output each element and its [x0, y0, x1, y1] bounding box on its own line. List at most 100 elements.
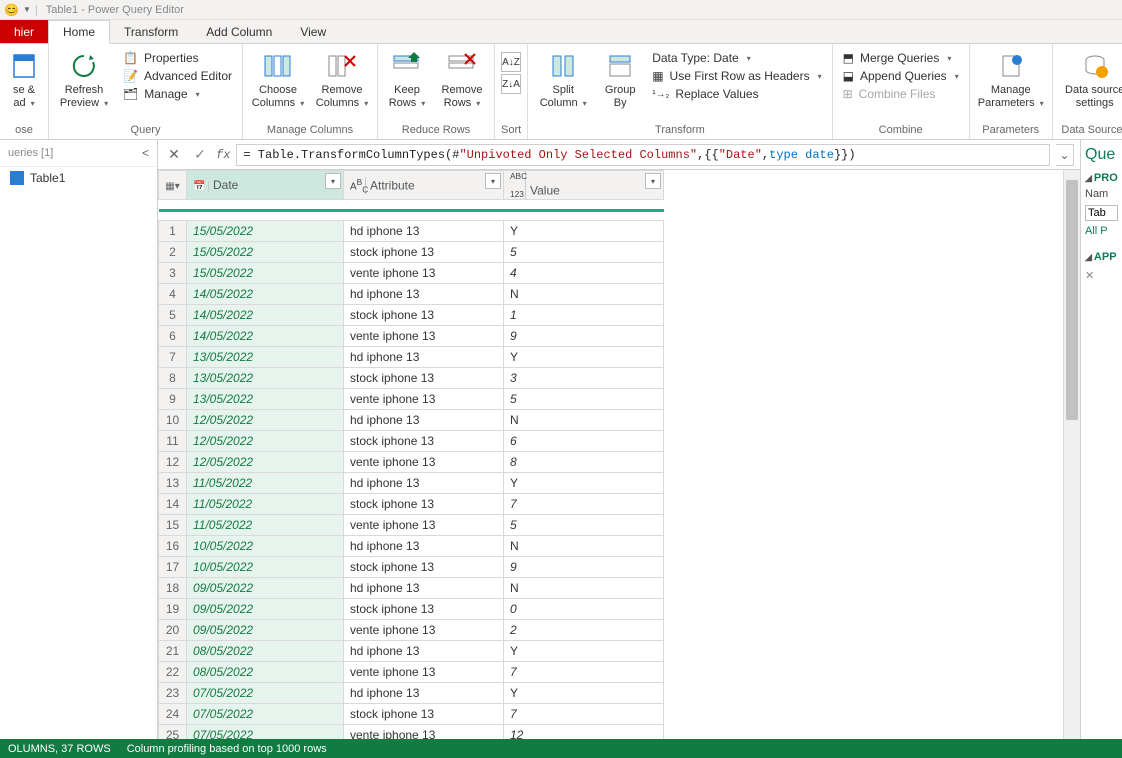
- data-type-button[interactable]: Data Type: Date ▾: [648, 50, 825, 66]
- cell-attribute[interactable]: vente iphone 13: [344, 662, 504, 683]
- cell-date[interactable]: 14/05/2022: [187, 305, 344, 326]
- choose-columns-button[interactable]: ChooseColumns ▾: [249, 46, 307, 110]
- cell-attribute[interactable]: hd iphone 13: [344, 410, 504, 431]
- scrollbar-thumb[interactable]: [1066, 180, 1078, 420]
- cell-attribute[interactable]: stock iphone 13: [344, 305, 504, 326]
- cell-value[interactable]: Y: [504, 683, 664, 704]
- cell-date[interactable]: 11/05/2022: [187, 473, 344, 494]
- group-by-button[interactable]: GroupBy: [598, 46, 642, 110]
- cell-value[interactable]: 1: [504, 305, 664, 326]
- cell-value[interactable]: Y: [504, 221, 664, 242]
- query-item-table1[interactable]: Table1: [0, 167, 157, 189]
- cell-value[interactable]: N: [504, 284, 664, 305]
- cell-value[interactable]: N: [504, 536, 664, 557]
- table-row[interactable]: 215/05/2022stock iphone 135: [159, 242, 664, 263]
- table-row[interactable]: 913/05/2022vente iphone 135: [159, 389, 664, 410]
- table-row[interactable]: 713/05/2022hd iphone 13Y: [159, 347, 664, 368]
- tab-add-column[interactable]: Add Column: [192, 20, 286, 43]
- cell-attribute[interactable]: vente iphone 13: [344, 326, 504, 347]
- formula-input[interactable]: = Table.TransformColumnTypes(#"Unpivoted…: [236, 144, 1050, 166]
- sort-asc-button[interactable]: A↓Z: [501, 52, 521, 72]
- cell-attribute[interactable]: hd iphone 13: [344, 641, 504, 662]
- cell-date[interactable]: 11/05/2022: [187, 494, 344, 515]
- cell-date[interactable]: 08/05/2022: [187, 662, 344, 683]
- filter-dropdown-icon[interactable]: ▾: [485, 173, 501, 189]
- collapse-icon[interactable]: ◢: [1085, 252, 1092, 262]
- cell-value[interactable]: 3: [504, 368, 664, 389]
- row-number[interactable]: 25: [159, 725, 187, 739]
- applied-step[interactable]: ✕: [1085, 269, 1118, 282]
- row-number[interactable]: 9: [159, 389, 187, 410]
- cell-value[interactable]: 7: [504, 494, 664, 515]
- row-number[interactable]: 20: [159, 620, 187, 641]
- cell-attribute[interactable]: stock iphone 13: [344, 242, 504, 263]
- close-load-button[interactable]: se &ad ▾: [6, 46, 42, 110]
- row-number[interactable]: 11: [159, 431, 187, 452]
- manage-parameters-button[interactable]: ManageParameters ▾: [976, 46, 1046, 110]
- row-number[interactable]: 8: [159, 368, 187, 389]
- cell-date[interactable]: 12/05/2022: [187, 410, 344, 431]
- row-number[interactable]: 17: [159, 557, 187, 578]
- table-row[interactable]: 1710/05/2022stock iphone 139: [159, 557, 664, 578]
- row-number[interactable]: 5: [159, 305, 187, 326]
- row-number[interactable]: 22: [159, 662, 187, 683]
- cell-attribute[interactable]: stock iphone 13: [344, 431, 504, 452]
- table-row[interactable]: 1511/05/2022vente iphone 135: [159, 515, 664, 536]
- table-row[interactable]: 2307/05/2022hd iphone 13Y: [159, 683, 664, 704]
- table-row[interactable]: 1212/05/2022vente iphone 138: [159, 452, 664, 473]
- row-number[interactable]: 21: [159, 641, 187, 662]
- table-row[interactable]: 813/05/2022stock iphone 133: [159, 368, 664, 389]
- table-row[interactable]: 1909/05/2022stock iphone 130: [159, 599, 664, 620]
- accept-formula-button[interactable]: ✓: [190, 145, 210, 165]
- table-row[interactable]: 1610/05/2022hd iphone 13N: [159, 536, 664, 557]
- cell-attribute[interactable]: hd iphone 13: [344, 536, 504, 557]
- table-row[interactable]: 115/05/2022hd iphone 13Y: [159, 221, 664, 242]
- filter-dropdown-icon[interactable]: ▾: [325, 173, 341, 189]
- cell-value[interactable]: 5: [504, 389, 664, 410]
- append-queries-button[interactable]: ⬓ Append Queries ▾: [839, 68, 963, 84]
- cell-attribute[interactable]: vente iphone 13: [344, 263, 504, 284]
- status-profiling[interactable]: Column profiling based on top 1000 rows: [127, 743, 327, 755]
- cell-value[interactable]: 12: [504, 725, 664, 739]
- cell-date[interactable]: 14/05/2022: [187, 326, 344, 347]
- table-row[interactable]: 1809/05/2022hd iphone 13N: [159, 578, 664, 599]
- table-row[interactable]: 2407/05/2022stock iphone 137: [159, 704, 664, 725]
- query-name-input[interactable]: [1085, 205, 1118, 221]
- table-row[interactable]: 315/05/2022vente iphone 134: [159, 263, 664, 284]
- row-number[interactable]: 3: [159, 263, 187, 284]
- row-number[interactable]: 13: [159, 473, 187, 494]
- column-header-attribute[interactable]: ABCAttribute ▾: [344, 171, 504, 200]
- tab-view[interactable]: View: [286, 20, 340, 43]
- date-type-icon[interactable]: 📅: [193, 181, 209, 192]
- first-row-headers-button[interactable]: ▦ Use First Row as Headers ▾: [648, 68, 825, 84]
- cell-attribute[interactable]: vente iphone 13: [344, 389, 504, 410]
- cell-value[interactable]: 2: [504, 620, 664, 641]
- cell-date[interactable]: 11/05/2022: [187, 515, 344, 536]
- cell-date[interactable]: 12/05/2022: [187, 431, 344, 452]
- save-icon[interactable]: 😊: [4, 3, 19, 17]
- table-row[interactable]: 514/05/2022stock iphone 131: [159, 305, 664, 326]
- row-number[interactable]: 14: [159, 494, 187, 515]
- row-number[interactable]: 16: [159, 536, 187, 557]
- cell-value[interactable]: N: [504, 410, 664, 431]
- cell-date[interactable]: 13/05/2022: [187, 347, 344, 368]
- cell-attribute[interactable]: stock iphone 13: [344, 599, 504, 620]
- advanced-editor-button[interactable]: 📝Advanced Editor: [119, 68, 236, 84]
- cell-attribute[interactable]: vente iphone 13: [344, 452, 504, 473]
- corner-cell[interactable]: ▦▾: [159, 171, 187, 200]
- all-properties-link[interactable]: All P: [1085, 225, 1118, 237]
- cell-attribute[interactable]: vente iphone 13: [344, 620, 504, 641]
- qat-dropdown-icon[interactable]: ▼: [23, 5, 31, 14]
- cell-date[interactable]: 09/05/2022: [187, 620, 344, 641]
- cancel-formula-button[interactable]: ✕: [164, 145, 184, 165]
- cell-date[interactable]: 13/05/2022: [187, 389, 344, 410]
- table-row[interactable]: 614/05/2022vente iphone 139: [159, 326, 664, 347]
- cell-date[interactable]: 14/05/2022: [187, 284, 344, 305]
- row-number[interactable]: 2: [159, 242, 187, 263]
- cell-attribute[interactable]: hd iphone 13: [344, 284, 504, 305]
- vertical-scrollbar[interactable]: [1063, 170, 1080, 739]
- data-source-settings-button[interactable]: Data sourcesettings: [1059, 46, 1122, 110]
- merge-queries-button[interactable]: ⬒ Merge Queries ▾: [839, 50, 963, 66]
- cell-attribute[interactable]: vente iphone 13: [344, 515, 504, 536]
- table-row[interactable]: 2009/05/2022vente iphone 132: [159, 620, 664, 641]
